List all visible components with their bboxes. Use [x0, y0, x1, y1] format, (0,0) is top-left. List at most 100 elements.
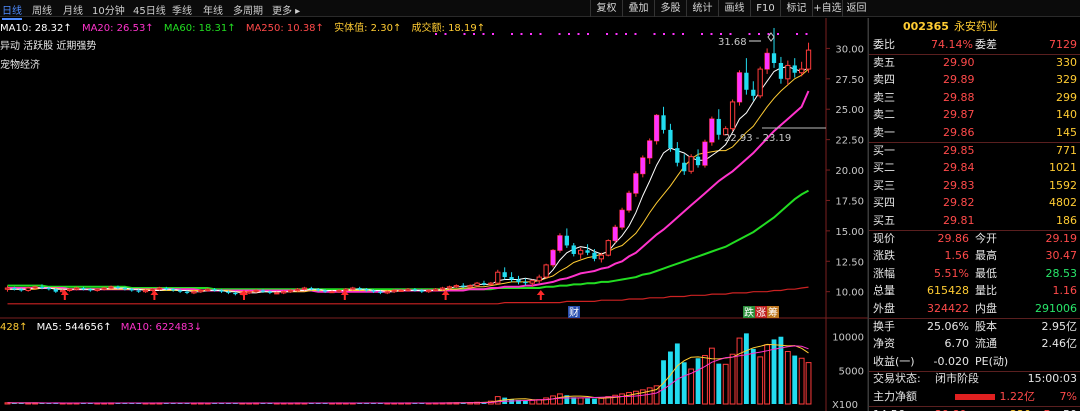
stock-concept-tag[interactable]: 宠物经济: [0, 56, 40, 71]
ma20-line: [7, 90, 810, 293]
signal-dot: [520, 33, 523, 35]
candle-body: [592, 252, 597, 259]
volume-bar: [798, 357, 805, 405]
limit-up-candle: [550, 250, 556, 265]
weicha-value: 7129: [1049, 38, 1077, 51]
stat-row: 总量 615428 量比 1.16: [869, 282, 1080, 300]
candle-body: [212, 289, 217, 291]
candle-body: [446, 286, 453, 289]
stat-value: 29.19: [1045, 231, 1078, 245]
f10-button[interactable]: F10: [750, 0, 780, 17]
stat-label: 量比: [975, 284, 997, 298]
last-trade-price: 29.80: [935, 406, 967, 411]
price-axis-label: 20.00: [835, 166, 864, 177]
buy-price: 29.81: [943, 214, 975, 227]
rise-tag: 涨: [756, 307, 766, 319]
candle-body: [122, 288, 127, 290]
period-tab-1[interactable]: 周线: [32, 2, 52, 17]
stock-code: 002365: [903, 20, 949, 33]
candle-body: [398, 289, 404, 292]
candle-body: [453, 285, 459, 288]
volume-indicator-line: 428↑ MA5: 544656↑ MA10: 622483↓: [0, 322, 202, 333]
overlay-button[interactable]: 叠加: [622, 0, 654, 17]
main-inflow-row: 主力净额 1.22亿 7%: [869, 388, 1080, 406]
volume-bar: [585, 398, 590, 404]
stat-value: 28.53: [1045, 266, 1078, 280]
candle-body: [177, 290, 183, 292]
period-tab-4[interactable]: 45日线: [133, 2, 166, 17]
add-watchlist-button[interactable]: +自选: [812, 0, 842, 17]
high-price-label: 31.68: [718, 37, 747, 48]
body-value: 实体值: 2.30↑: [334, 23, 402, 34]
multi-stock-button[interactable]: 多股: [654, 0, 686, 17]
candle-body: [12, 288, 17, 290]
candle-body: [364, 289, 369, 291]
buy-signal-arrow: [150, 290, 159, 300]
signal-dot: [568, 33, 570, 35]
candle-body: [716, 118, 721, 135]
volume-bar: [702, 355, 708, 405]
draw-line-button[interactable]: 画线: [718, 0, 750, 17]
mark-button[interactable]: 标记: [780, 0, 812, 17]
signal-dot: [539, 33, 542, 35]
volume-bar: [792, 355, 798, 404]
ma60-line: [7, 189, 809, 291]
candle-body: [564, 235, 569, 246]
stat-label: 总量: [873, 284, 895, 298]
period-tab-8[interactable]: 更多 ▸: [272, 2, 300, 17]
candle-body: [682, 162, 687, 172]
candle-body: [287, 289, 294, 293]
stat-label: 外盘: [873, 302, 895, 315]
statistics-button[interactable]: 统计: [686, 0, 718, 17]
candle-body: [322, 290, 328, 292]
period-tab-0[interactable]: 日线: [2, 2, 22, 20]
sell-volume: 140: [1056, 108, 1077, 122]
last-trade-side: B: [1043, 406, 1051, 411]
candle-body: [799, 68, 805, 74]
candle-body: [384, 291, 390, 294]
quote-panel: 002365 永安药业 委比 74.14% 委差 7129 卖五 29.90 330 卖四 29…: [868, 18, 1080, 411]
stat-value: 291006: [1035, 302, 1077, 315]
ma60-value: MA60: 18.31↑: [163, 23, 236, 34]
period-tab-7[interactable]: 多周期: [233, 2, 263, 17]
period-tab-2[interactable]: 月线: [63, 2, 83, 17]
volume-bar: [695, 358, 701, 404]
candle-body: [281, 291, 287, 294]
ma20-value: MA20: 26.53↑: [81, 23, 154, 34]
volume-bar: [557, 393, 563, 405]
signal-dot: [530, 33, 532, 35]
stock-tags-line[interactable]: 异动 活跃股 近期强势: [0, 37, 96, 52]
candle-body: [461, 285, 466, 287]
extra-row: 净资 6.70 流通 2.46亿: [869, 335, 1080, 353]
extra-label: 股本: [975, 319, 997, 333]
signal-dot: [625, 33, 627, 35]
period-tab-3[interactable]: 10分钟: [92, 2, 125, 17]
sell-price: 29.90: [943, 55, 975, 69]
candle-body: [792, 65, 797, 73]
signal-dot: [720, 33, 722, 35]
limit-up-candle: [626, 193, 632, 211]
candle-body: [778, 63, 784, 79]
stat-row: 涨幅 5.51% 最低 28.53: [869, 265, 1080, 283]
sell-row: 卖一 29.86 145: [869, 124, 1080, 142]
sell-volume: 299: [1056, 90, 1077, 104]
extra-label: 流通: [975, 337, 997, 351]
weibi-label: 委比: [873, 38, 895, 51]
weibi-row: 委比 74.14% 委差 7129: [869, 36, 1080, 54]
period-tab-5[interactable]: 季线: [172, 2, 192, 17]
stat-label: 最高: [975, 249, 997, 263]
buy-price: 29.84: [943, 161, 975, 175]
volume-bar: [626, 392, 632, 405]
volume-bar: [529, 399, 536, 405]
period-tab-6[interactable]: 年线: [203, 2, 223, 17]
extra-value: 25.06%: [927, 319, 969, 333]
extra-row: 收益(一) -0.020 PE(动): [869, 353, 1080, 371]
candle-body: [481, 283, 487, 285]
restore-rights-button[interactable]: 复权: [590, 0, 622, 17]
signal-dot: [729, 33, 732, 35]
amount-value: 成交额: 18.19↑: [411, 23, 486, 34]
candle-body: [191, 291, 197, 294]
last-trade-extra: 50: [1063, 406, 1077, 411]
back-button[interactable]: 返回: [842, 0, 870, 17]
buy-volume: 186: [1056, 214, 1077, 227]
